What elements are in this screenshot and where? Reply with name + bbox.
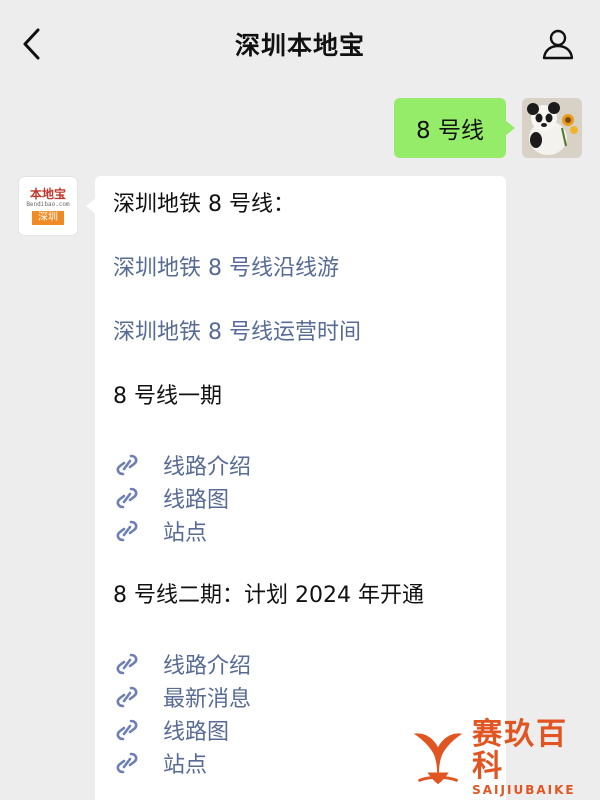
outgoing-message-row: 8 号线 (394, 98, 582, 158)
page-title: 深圳本地宝 (234, 31, 365, 60)
mini-program-link-icon (113, 749, 141, 777)
person-icon (542, 29, 574, 60)
section1-item-label: 线路图 (163, 487, 230, 513)
message-heading: 深圳地铁 8 号线： (113, 192, 295, 217)
section1-item-intro[interactable]: 线路介绍 (113, 448, 488, 481)
mini-program-link-icon (113, 683, 141, 711)
profile-button[interactable] (538, 24, 578, 64)
section2-item-news[interactable]: 最新消息 (113, 680, 488, 713)
outgoing-message-bubble[interactable]: 8 号线 (394, 98, 515, 158)
user-avatar[interactable] (522, 98, 582, 158)
sender-avatar[interactable]: 本地宝 Bendibao.com 深圳 (18, 176, 78, 236)
watermark: 赛玖百科 SAIJIUBAIKE (410, 717, 596, 798)
section1-item-map[interactable]: 线路图 (113, 481, 488, 514)
mini-program-link-icon (113, 451, 141, 479)
section1-item-stations[interactable]: 站点 (113, 514, 488, 547)
section1-item-label: 线路介绍 (163, 454, 252, 480)
section2-item-label: 最新消息 (163, 686, 252, 712)
section1-item-label: 站点 (163, 520, 208, 546)
outgoing-message-text: 8 号线 (416, 118, 484, 144)
watermark-text: 赛玖百科 SAIJIUBAIKE (472, 717, 596, 798)
section2-item-label: 线路图 (163, 719, 230, 745)
section1-list: 线路介绍 线路图 站点 (113, 448, 488, 547)
mini-program-link-icon (113, 517, 141, 545)
mini-program-link-icon (113, 650, 141, 678)
mini-program-link-icon (113, 484, 141, 512)
whale-tail-logo-icon (413, 733, 463, 785)
section2-item-label: 线路介绍 (163, 653, 252, 679)
logo-city-tag: 深圳 (32, 210, 64, 225)
mini-program-link-icon (113, 716, 141, 744)
link-line8-hours[interactable]: 深圳地铁 8 号线运营时间 (113, 318, 488, 348)
section2-item-intro[interactable]: 线路介绍 (113, 647, 488, 680)
watermark-en: SAIJIUBAIKE (472, 783, 576, 797)
incoming-message-bubble: 深圳地铁 8 号线： 深圳地铁 8 号线沿线游 深圳地铁 8 号线运营时间 8 … (86, 176, 506, 800)
logo-domain-text: Bendibao.com (26, 200, 70, 208)
panda-avatar-icon (522, 98, 582, 158)
logo-brand-text: 本地宝 (29, 186, 66, 201)
watermark-cn: 赛玖百科 (472, 717, 569, 784)
section2-item-label: 站点 (163, 752, 208, 778)
section2-title: 8 号线二期：计划 2024 年开通 (113, 583, 424, 608)
link-line8-tour[interactable]: 深圳地铁 8 号线沿线游 (113, 254, 488, 284)
section1-title: 8 号线一期 (113, 384, 222, 409)
top-bar: 深圳本地宝 (0, 0, 600, 88)
